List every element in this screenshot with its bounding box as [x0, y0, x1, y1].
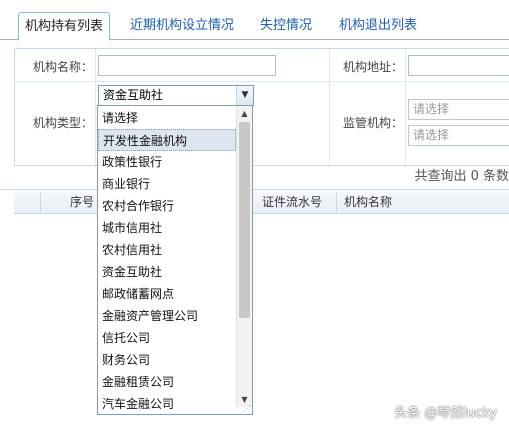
- tab-holdings-list[interactable]: 机构持有列表: [18, 12, 110, 41]
- dropdown-option[interactable]: 农村信用社: [98, 239, 236, 261]
- column-divider: [405, 49, 406, 167]
- table-header: 序号 证件流水号 机构名称: [14, 190, 509, 214]
- result-bar: 共查询出 0 条数: [0, 166, 509, 190]
- column-divider: [336, 192, 337, 212]
- org-type-select[interactable]: 资金互助社 ▼: [98, 85, 254, 106]
- dropdown-option[interactable]: 农村合作银行: [98, 195, 236, 217]
- row-divider: [15, 81, 509, 82]
- dropdown-option[interactable]: 请选择: [98, 107, 236, 129]
- tab-recent-establishment[interactable]: 近期机构设立情况: [124, 12, 240, 40]
- dropdown-option[interactable]: 资金互助社: [98, 261, 236, 283]
- column-divider: [40, 192, 41, 212]
- dropdown-option[interactable]: 商业银行: [98, 173, 236, 195]
- dropdown-option[interactable]: 财务公司: [98, 349, 236, 371]
- dropdown-scrollbar[interactable]: ▲ ▼: [236, 106, 252, 407]
- column-divider: [95, 49, 96, 167]
- org-name-input[interactable]: [98, 55, 276, 76]
- dropdown-option[interactable]: 金融资产管理公司: [98, 305, 236, 327]
- dropdown-option[interactable]: 邮政储蓄网点: [98, 283, 236, 305]
- resize-grip-icon[interactable]: ⋰: [243, 405, 251, 413]
- column-header-index[interactable]: 序号: [70, 190, 94, 214]
- org-name-label: 机构名称：: [33, 60, 94, 74]
- watermark: 头条 @琴然lucky: [394, 406, 497, 421]
- regulator-select-2[interactable]: 请选择: [408, 125, 509, 146]
- dropdown-option[interactable]: 政策性银行: [98, 151, 236, 173]
- tab-bar: 机构持有列表 近期机构设立情况 失控情况 机构退出列表: [0, 0, 509, 41]
- org-type-label: 机构类型：: [33, 116, 94, 130]
- column-divider: [329, 49, 330, 167]
- regulator-select-1[interactable]: 请选择: [408, 99, 509, 120]
- column-header-org-name[interactable]: 机构名称: [344, 190, 392, 214]
- chevron-down-icon[interactable]: ▼: [236, 86, 253, 105]
- dropdown-option[interactable]: 信托公司: [98, 327, 236, 349]
- org-address-label: 机构地址：: [343, 60, 404, 74]
- org-address-input[interactable]: [408, 55, 509, 76]
- regulator-label: 监管机构：: [343, 116, 404, 130]
- dropdown-option[interactable]: 开发性金融机构: [98, 129, 236, 151]
- tab-out-of-control[interactable]: 失控情况: [252, 12, 320, 40]
- tab-exit-list[interactable]: 机构退出列表: [332, 12, 424, 40]
- dropdown-option[interactable]: 金融租赁公司: [98, 371, 236, 393]
- org-type-selected-value: 资金互助社: [103, 88, 164, 102]
- scroll-up-arrow-icon[interactable]: ▲: [237, 106, 252, 121]
- search-form: 机构名称： 机构地址： 机构类型： 资金互助社 ▼ 监管机构： 请选择 请选择: [14, 48, 509, 167]
- dropdown-option[interactable]: 汽车金融公司: [98, 393, 236, 414]
- dropdown-option[interactable]: 城市信用社: [98, 217, 236, 239]
- column-header-cert-serial[interactable]: 证件流水号: [262, 190, 322, 214]
- result-count-text: 共查询出 0 条数: [414, 169, 509, 184]
- scrollbar-thumb[interactable]: [239, 122, 250, 318]
- org-type-dropdown-list[interactable]: 请选择 开发性金融机构 政策性银行 商业银行 农村合作银行 城市信用社 农村信用…: [97, 105, 253, 415]
